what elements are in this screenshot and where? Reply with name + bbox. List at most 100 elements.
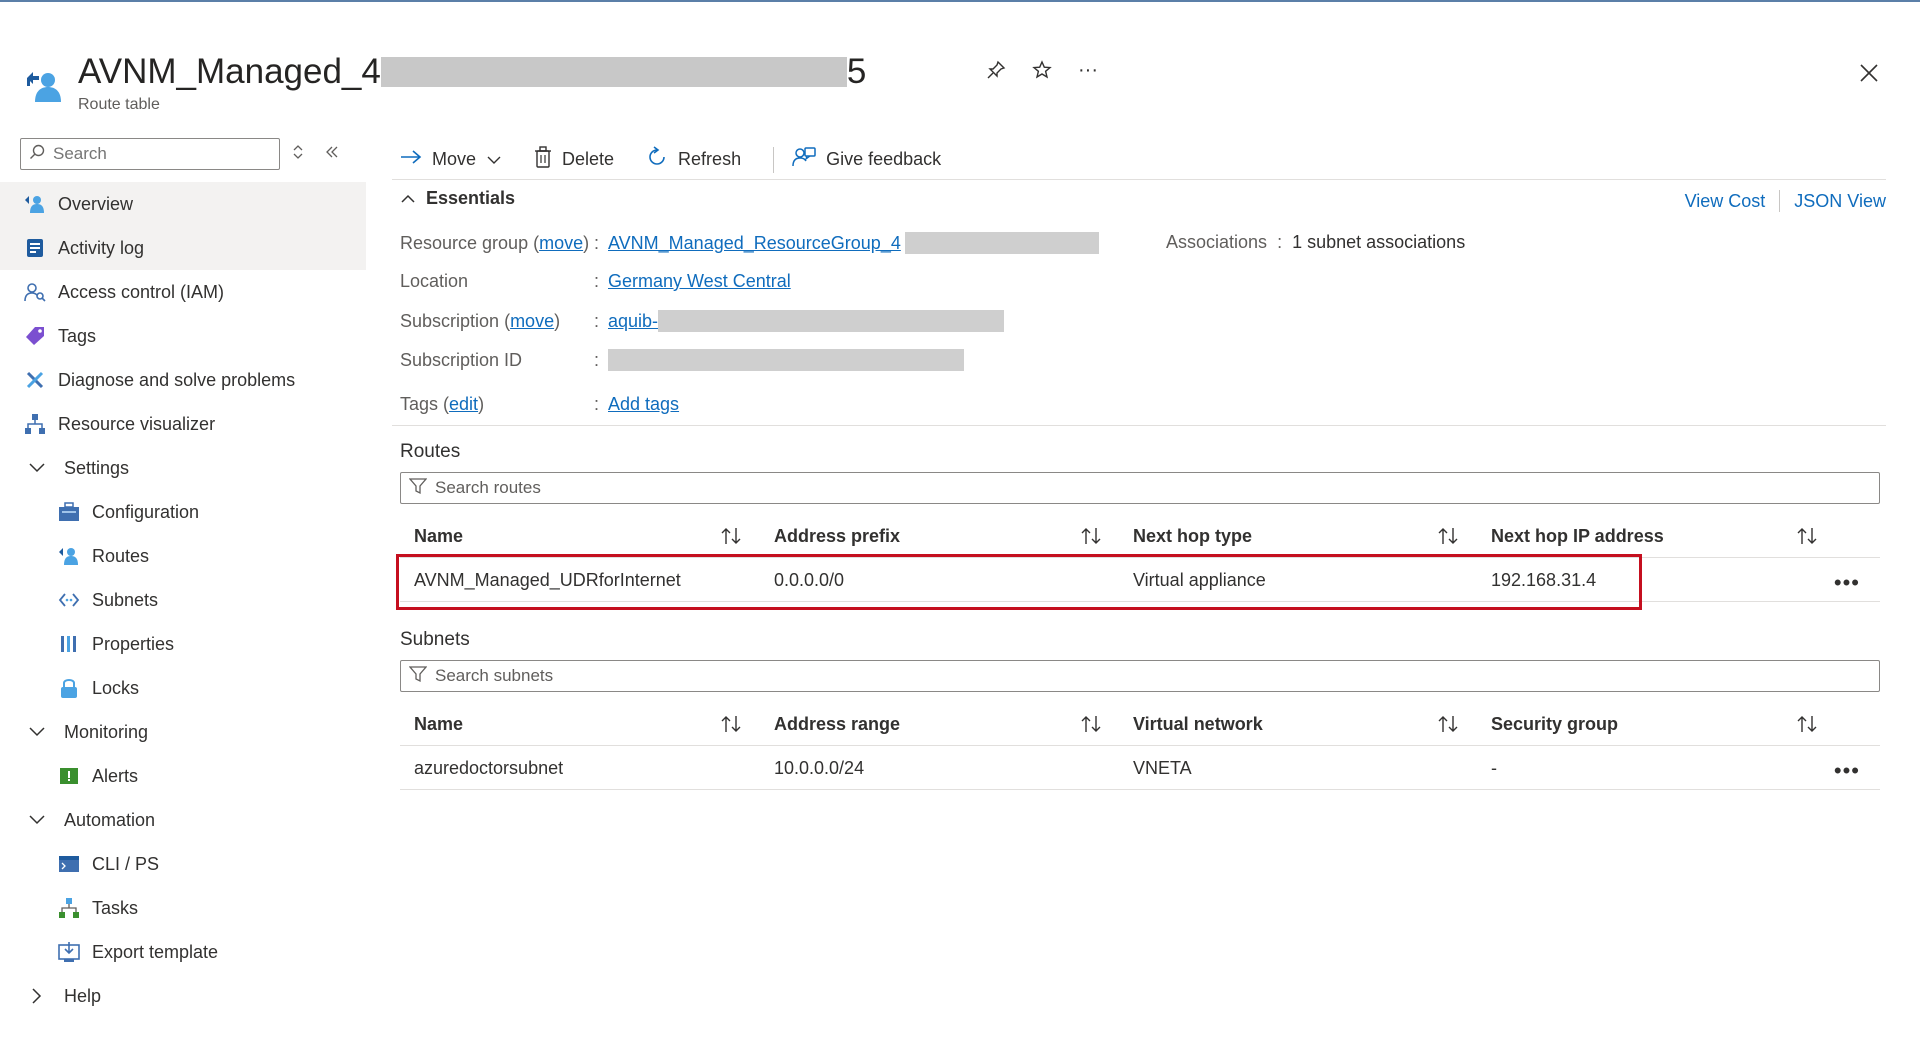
sidebar-item-label: Resource visualizer [58, 413, 216, 434]
blade-header: AVNM_Managed_4 5 Route table ··· [24, 48, 1904, 128]
sidebar-group-automation[interactable]: Automation [0, 798, 366, 842]
sidebar-item-label: Help [64, 985, 102, 1006]
column-header-next-hop-ip[interactable]: Next hop IP address [1491, 514, 1664, 558]
sort-icon[interactable] [1796, 526, 1820, 546]
pin-icon[interactable] [984, 58, 1008, 82]
redacted-block [658, 310, 1005, 332]
wrench-icon [24, 369, 46, 391]
sort-icon[interactable] [720, 714, 744, 734]
routes-search-box[interactable] [400, 472, 1880, 504]
sidebar-item-cli-ps[interactable]: CLI / PS [0, 842, 366, 886]
sort-icon[interactable] [1437, 714, 1461, 734]
refresh-button[interactable]: Refresh [646, 142, 751, 177]
row-more-icon[interactable]: ••• [1834, 758, 1860, 784]
menu-tools [292, 144, 340, 165]
routes-search-input[interactable] [435, 478, 1855, 498]
sidebar-item-label: Overview [58, 193, 134, 214]
column-header-virtual-network[interactable]: Virtual network [1133, 702, 1263, 746]
give-feedback-button[interactable]: Give feedback [792, 142, 951, 177]
sidebar-item-tasks[interactable]: Tasks [0, 886, 366, 930]
link-divider [1779, 190, 1781, 212]
close-icon[interactable] [1854, 58, 1884, 88]
sidebar-group-monitoring[interactable]: Monitoring [0, 710, 366, 754]
tags-label: Tags (edit) [400, 394, 485, 414]
visualizer-icon [24, 413, 46, 435]
sidebar-item-label: Subnets [92, 589, 159, 610]
filter-icon [408, 665, 428, 688]
chevron-down-icon [26, 457, 48, 479]
column-header-address-prefix[interactable]: Address prefix [774, 514, 900, 558]
tag-icon [24, 325, 46, 347]
sort-icon[interactable] [1437, 526, 1461, 546]
sidebar-item-alerts[interactable]: Alerts [0, 754, 366, 798]
sort-icon[interactable] [1080, 526, 1104, 546]
routes-section-title: Routes [400, 441, 461, 462]
sort-icon[interactable] [1796, 714, 1820, 734]
sidebar-group-settings[interactable]: Settings [0, 446, 366, 490]
lock-icon [58, 677, 80, 699]
feedback-icon [792, 146, 816, 173]
sidebar-item-properties[interactable]: Properties [0, 622, 366, 666]
expand-collapse-icon[interactable] [292, 144, 304, 165]
resource-group-row: Resource group (move) : AVNM_Managed_Res… [400, 232, 1099, 254]
delete-button[interactable]: Delete [534, 142, 624, 177]
favorite-star-icon[interactable] [1030, 58, 1054, 82]
sidebar-item-locks[interactable]: Locks [0, 666, 366, 710]
header-actions: ··· [984, 58, 1100, 82]
configuration-icon [58, 501, 80, 523]
resource-group-link[interactable]: AVNM_Managed_ResourceGroup_4 [608, 233, 901, 254]
location-row: Location : Germany West Central [400, 271, 791, 292]
column-header-next-hop-type[interactable]: Next hop type [1133, 514, 1252, 558]
subnets-header-row: Name Address range Virtual network Secur… [400, 702, 1880, 746]
subnets-search-box[interactable] [400, 660, 1880, 692]
associations-row: Associations : 1 subnet associations [1166, 232, 1465, 253]
subscription-move-link[interactable]: move [510, 311, 554, 331]
sort-icon[interactable] [1080, 714, 1104, 734]
add-tags-link[interactable]: Add tags [608, 394, 679, 415]
menu-search-input[interactable] [53, 144, 253, 164]
column-header-security-group[interactable]: Security group [1491, 702, 1618, 746]
sidebar-item-access-control[interactable]: Access control (IAM) [0, 270, 366, 314]
sort-icon[interactable] [720, 526, 744, 546]
route-table-icon [24, 66, 64, 106]
sidebar-item-overview[interactable]: Overview [0, 182, 366, 226]
essentials-toggle[interactable]: Essentials [400, 188, 515, 209]
column-header-name[interactable]: Name [414, 702, 463, 746]
arrow-right-icon [400, 149, 422, 170]
table-row[interactable]: azuredoctorsubnet 10.0.0.0/24 VNETA - ••… [400, 746, 1880, 790]
sidebar-group-help[interactable]: Help [0, 974, 366, 1018]
view-cost-link[interactable]: View Cost [1685, 191, 1766, 212]
resource-group-move-link[interactable]: move [539, 233, 583, 253]
sidebar-item-tags[interactable]: Tags [0, 314, 366, 358]
associations-label: Associations [1166, 232, 1268, 252]
sidebar-item-label: Locks [92, 677, 140, 698]
redacted-block [608, 349, 964, 371]
sidebar-item-diagnose[interactable]: Diagnose and solve problems [0, 358, 366, 402]
json-view-link[interactable]: JSON View [1794, 191, 1886, 212]
more-options-icon[interactable]: ··· [1076, 58, 1100, 82]
colon: : [594, 310, 600, 331]
menu-search-box[interactable] [20, 138, 280, 170]
move-button[interactable]: Move [400, 145, 512, 174]
sidebar-item-routes[interactable]: Routes [0, 534, 366, 578]
row-more-icon[interactable]: ••• [1834, 570, 1860, 596]
subscription-row: Subscription (move) : aquib- [400, 310, 1005, 332]
sidebar-item-resource-visualizer[interactable]: Resource visualizer [0, 402, 366, 446]
sidebar-item-export-template[interactable]: Export template [0, 930, 366, 974]
column-header-name[interactable]: Name [414, 514, 463, 558]
essentials-title: Essentials [426, 188, 516, 208]
sidebar-item-configuration[interactable]: Configuration [0, 490, 366, 534]
subnets-search-input[interactable] [435, 666, 1855, 686]
column-header-address-range[interactable]: Address range [774, 702, 900, 746]
collapse-menu-icon[interactable] [324, 144, 340, 165]
window-top-border [0, 0, 1920, 2]
sidebar-item-subnets[interactable]: Subnets [0, 578, 366, 622]
subscription-link[interactable]: aquib- [608, 311, 658, 332]
sidebar-item-activity-log[interactable]: Activity log [0, 226, 366, 270]
location-link[interactable]: Germany West Central [608, 271, 791, 292]
resource-group-label-text: Resource group [400, 232, 529, 253]
colon: : [594, 394, 600, 414]
subscription-id-row: Subscription ID : [400, 349, 964, 371]
sidebar-item-label: Automation [64, 809, 156, 830]
tags-edit-link[interactable]: edit [449, 394, 478, 414]
